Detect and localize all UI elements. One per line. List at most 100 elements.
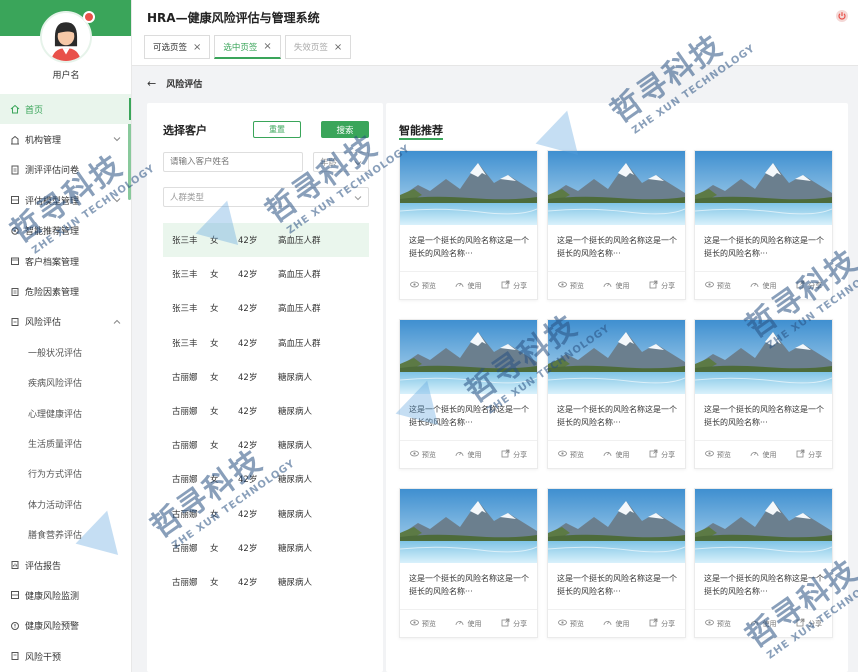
share-button[interactable]: 分享	[796, 449, 822, 460]
customer-row[interactable]: 张三丰女 42岁 高血压人群	[163, 291, 369, 325]
back-arrow-icon[interactable]: ←	[147, 77, 156, 90]
customer-gender: 女	[210, 372, 219, 383]
tab-label: 失效页签	[293, 43, 328, 53]
chevron-down-icon[interactable]	[113, 135, 121, 143]
preview-button[interactable]: 预览	[409, 618, 436, 629]
sidebar-subitem[interactable]: 一般状况评估	[0, 337, 131, 367]
close-icon[interactable]: ×	[263, 41, 271, 52]
recommend-card[interactable]: 这是一个挺长的风险名称这是一个挺长的风险名称··· 预览 使用 分享	[547, 150, 686, 300]
share-button[interactable]: 分享	[501, 449, 527, 460]
sidebar-item-archive[interactable]: 客户档案管理	[0, 246, 131, 276]
group-select-value: 人群类型	[170, 193, 205, 203]
use-button[interactable]: 使用	[603, 449, 629, 460]
customer-row[interactable]: 古丽娜 女 42岁 糖尿病人	[163, 394, 369, 428]
customer-row[interactable]: 古丽娜 女 42岁 糖尿病人	[163, 428, 369, 462]
share-button[interactable]: 分享	[796, 618, 822, 629]
share-button[interactable]: 分享	[649, 618, 675, 629]
tab-selected[interactable]: 选中页签 ×	[214, 35, 281, 59]
share-button[interactable]: 分享	[501, 618, 527, 629]
sidebar-item-questionnaire[interactable]: 测评评估问卷	[0, 155, 131, 185]
use-button[interactable]: 使用	[750, 449, 776, 460]
use-button[interactable]: 使用	[750, 280, 776, 291]
recommend-card[interactable]: 这是一个挺长的风险名称这是一个挺长的风险名称··· 预览 使用 分享	[694, 319, 833, 469]
sidebar-item-recommend[interactable]: 智能推荐管理	[0, 216, 131, 246]
sidebar-subitem[interactable]: 行为方式评估	[0, 459, 131, 489]
customer-row[interactable]: 古丽娜 女 42岁 糖尿病人	[163, 565, 369, 599]
customer-name: 张三丰	[172, 236, 198, 247]
close-icon[interactable]: ×	[334, 42, 342, 53]
share-button[interactable]: 分享	[649, 449, 675, 460]
sidebar-item-intervene[interactable]: 风险干预	[0, 641, 131, 671]
preview-button[interactable]: 预览	[557, 449, 584, 460]
use-button[interactable]: 使用	[455, 618, 481, 629]
group-select[interactable]: 人群类型	[163, 187, 369, 207]
sidebar-subitem[interactable]: 生活质量评估	[0, 428, 131, 458]
preview-button[interactable]: 预览	[704, 449, 731, 460]
action-label: 分享	[513, 619, 528, 628]
recommend-card[interactable]: 这是一个挺长的风险名称这是一个挺长的风险名称··· 预览 使用 分享	[399, 150, 538, 300]
recommend-card[interactable]: 这是一个挺长的风险名称这是一个挺长的风险名称··· 预览 使用 分享	[547, 488, 686, 638]
customer-row[interactable]: 张三丰女 42岁 高血压人群	[163, 257, 369, 291]
sidebar-subitem[interactable]: 疾病风险评估	[0, 368, 131, 398]
use-button[interactable]: 使用	[603, 280, 629, 291]
share-button[interactable]: 分享	[649, 280, 675, 291]
landscape-thumbnail	[695, 489, 832, 563]
sidebar-item-risk-factor[interactable]: 危险因素管理	[0, 276, 131, 306]
sidebar-item-monitor[interactable]: 健康风险监测	[0, 580, 131, 610]
customer-gender: 女	[210, 407, 219, 418]
action-label: 分享	[808, 619, 823, 628]
customer-gender: 女	[210, 304, 219, 315]
preview-button[interactable]: 预览	[409, 280, 436, 291]
preview-button[interactable]: 预览	[704, 618, 731, 629]
chevron-down-icon[interactable]	[113, 196, 121, 204]
recommend-card[interactable]: 这是一个挺长的风险名称这是一个挺长的风险名称··· 预览 使用 分享	[694, 488, 833, 638]
age-select[interactable]: 年龄	[313, 152, 369, 172]
warning-icon	[10, 621, 20, 631]
customer-group: 高血压人群	[278, 304, 321, 315]
customer-row[interactable]: 古丽娜 女 42岁 糖尿病人	[163, 497, 369, 531]
share-icon	[796, 618, 808, 629]
preview-button[interactable]: 预览	[557, 280, 584, 291]
customer-age: 42岁	[238, 509, 258, 520]
recommend-panel-title: 智能推荐	[399, 124, 443, 137]
share-button[interactable]: 分享	[501, 280, 527, 291]
preview-button[interactable]: 预览	[704, 280, 731, 291]
customer-group: 高血压人群	[278, 236, 321, 247]
power-icon	[838, 12, 846, 20]
sidebar-item-model[interactable]: 评估模型管理	[0, 185, 131, 215]
landscape-thumbnail	[548, 320, 685, 394]
customer-row[interactable]: 古丽娜 女 42岁 糖尿病人	[163, 360, 369, 394]
tab-disabled[interactable]: 失效页签 ×	[284, 35, 352, 59]
use-button[interactable]: 使用	[750, 618, 776, 629]
action-label: 使用	[615, 281, 630, 290]
sidebar-subitem[interactable]: 心理健康评估	[0, 398, 131, 428]
customer-row[interactable]: 张三丰女 42岁 高血压人群	[163, 223, 369, 258]
preview-button[interactable]: 预览	[409, 449, 436, 460]
customer-name-input[interactable]	[170, 157, 296, 167]
customer-row[interactable]: 古丽娜 女 42岁 糖尿病人	[163, 462, 369, 496]
notification-badge[interactable]	[83, 11, 95, 23]
landscape-thumbnail	[400, 489, 537, 563]
recommend-card[interactable]: 这是一个挺长的风险名称这是一个挺长的风险名称··· 预览 使用 分享	[694, 150, 833, 300]
power-button[interactable]	[836, 10, 848, 22]
preview-button[interactable]: 预览	[557, 618, 584, 629]
recommend-card[interactable]: 这是一个挺长的风险名称这是一个挺长的风险名称··· 预览 使用 分享	[399, 488, 538, 638]
chevron-up-icon[interactable]	[113, 318, 121, 326]
use-button[interactable]: 使用	[603, 618, 629, 629]
use-button[interactable]: 使用	[455, 449, 481, 460]
action-label: 使用	[762, 281, 777, 290]
customer-row[interactable]: 古丽娜 女 42岁 糖尿病人	[163, 531, 369, 565]
sidebar-item-warning[interactable]: 健康风险预警	[0, 611, 131, 641]
sidebar-item-home[interactable]: 首页	[0, 94, 131, 125]
use-button[interactable]: 使用	[455, 280, 481, 291]
recommend-card[interactable]: 这是一个挺长的风险名称这是一个挺长的风险名称··· 预览 使用 分享	[547, 319, 686, 469]
sidebar-item-report[interactable]: 评估报告	[0, 550, 131, 580]
tab-optional[interactable]: 可选页签 ×	[144, 35, 211, 59]
reset-button[interactable]: 重置	[253, 121, 301, 138]
customer-row[interactable]: 张三丰女 42岁 高血压人群	[163, 326, 369, 360]
sidebar-item-org[interactable]: 机构管理	[0, 124, 131, 154]
search-button[interactable]: 搜索	[321, 121, 369, 138]
share-button[interactable]: 分享	[796, 280, 822, 291]
close-icon[interactable]: ×	[193, 42, 201, 53]
sidebar-item-risk-eval[interactable]: 风险评估	[0, 307, 131, 337]
